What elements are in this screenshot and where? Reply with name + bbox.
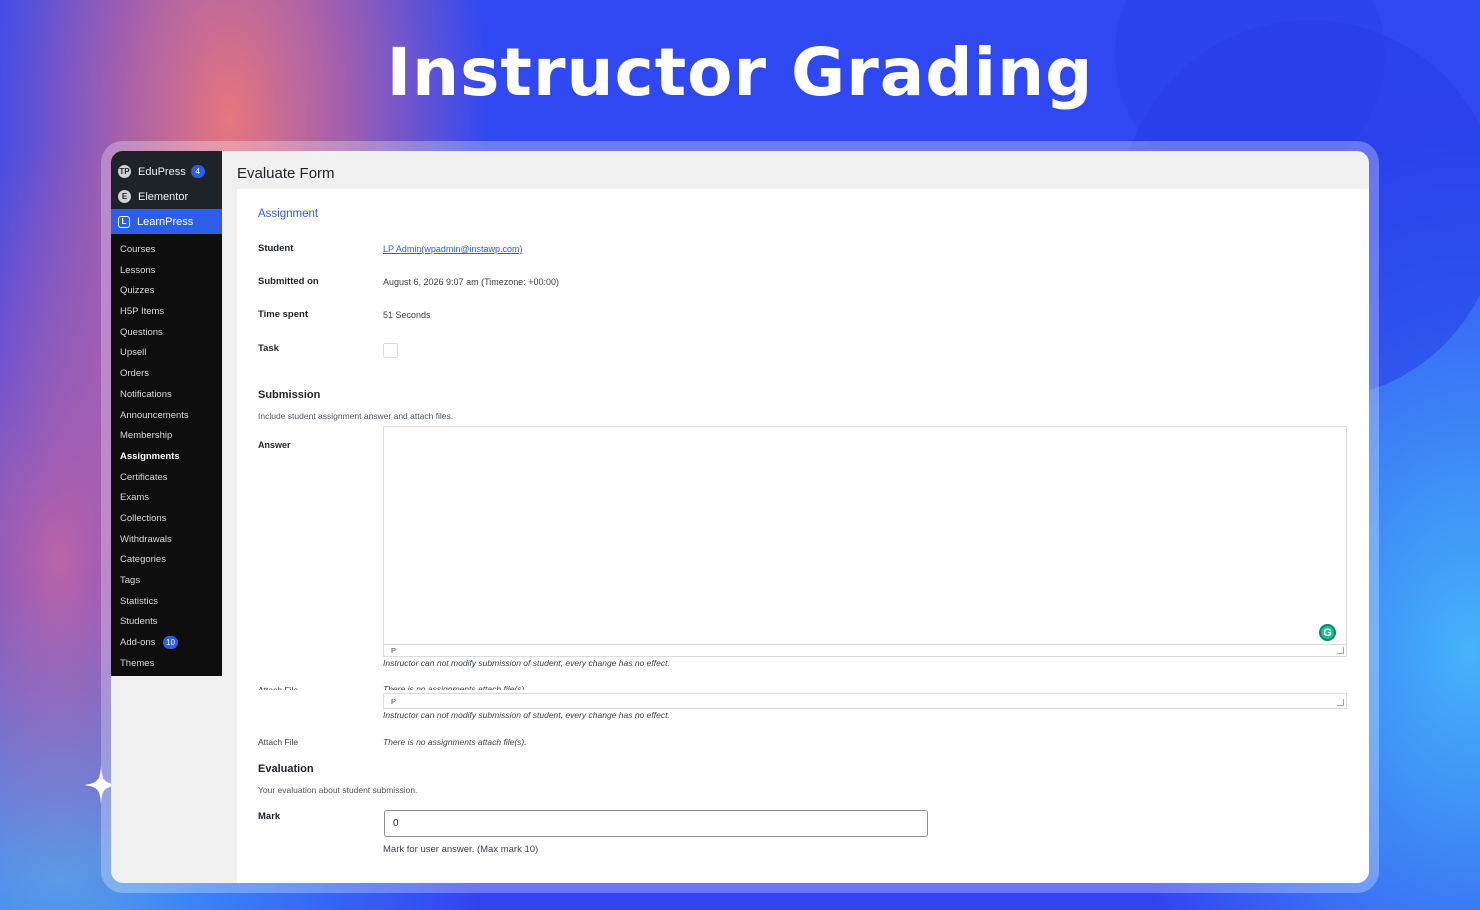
student-link[interactable]: LP Admin(wpadmin@instawp.com) [383,244,523,254]
evaluate-form-panel: Assignment Student LP Admin(wpadmin@inst… [237,189,1369,883]
attach-editor[interactable]: P [383,693,1347,709]
submenu-item-categories[interactable]: Categories [111,550,222,571]
submenu-item-themes[interactable]: Themes [111,654,222,675]
resize-grip-icon[interactable] [1337,699,1344,706]
submenu-item-tags[interactable]: Tags [111,571,222,592]
editor-path: P [384,644,1346,656]
task-label: Task [258,343,279,354]
sidebar-item-label: Elementor [138,190,189,203]
answer-editor[interactable]: G P [383,426,1347,657]
submenu-item-announcements[interactable]: Announcements [111,406,222,427]
submenu-item-students[interactable]: Students [111,612,222,633]
addons-count-badge: 10 [163,636,178,650]
attach-file-value-ghost: There is no assignments attach file(s). [383,684,527,690]
mark-label: Mark [258,811,281,822]
attach-file-label-ghost: Attach File [258,685,299,690]
attach-file-value: There is no assignments attach file(s). [383,737,527,747]
submenu-item-collections[interactable]: Collections [111,509,222,530]
submitted-label: Submitted on [258,276,319,287]
submitted-value: August 6, 2026 9:07 am (Timezone: +00:00… [383,277,560,287]
submenu-item-add-ons[interactable]: Add-ons 10 [111,633,222,654]
resize-grip-icon[interactable] [1337,647,1344,654]
time-spent-label: Time spent [258,309,308,320]
submenu-item-exams[interactable]: Exams [111,488,222,509]
attach-note: Instructor can not modify submission of … [383,710,670,720]
submenu-item-orders[interactable]: Orders [111,364,222,385]
evaluation-description: Your evaluation about student submission… [258,785,418,795]
admin-window: TP EduPress 4 E Elementor L LearnPress C… [111,151,1369,883]
student-value: LP Admin(wpadmin@instawp.com) [383,244,523,254]
submenu-item-certificates[interactable]: Certificates [111,468,222,489]
submission-note: Instructor can not modify submission of … [383,658,670,668]
attach-file-label: Attach File [258,737,299,747]
elementor-icon: E [118,190,131,203]
submenu-item-h5p-items[interactable]: H5P Items [111,302,222,323]
edupress-icon: TP [118,165,131,178]
submenu-item-statistics[interactable]: Statistics [111,592,222,613]
submenu-item-questions[interactable]: Questions [111,323,222,344]
mark-input[interactable]: 0 [384,810,928,837]
student-label: Student [258,243,294,254]
submenu-item-assignments[interactable]: Assignments [111,447,222,468]
submenu-item-withdrawals[interactable]: Withdrawals [111,530,222,551]
answer-label: Answer [258,440,291,450]
submission-heading: Submission [258,389,321,401]
submenu-item-notifications[interactable]: Notifications [111,385,222,406]
mark-helper-text: Mark for user answer. (Max mark 10) [383,844,539,855]
submenu-item-quizzes[interactable]: Quizzes [111,281,222,302]
assignment-link[interactable]: Assignment [258,208,318,220]
headline: Instructor Grading [386,34,1094,111]
editor-path: P [391,697,397,706]
submenu-item-courses[interactable]: Courses [111,240,222,261]
submenu-item-label: Add-ons [120,637,156,649]
submenu-item-membership[interactable]: Membership [111,426,222,447]
sidebar-item-label: LearnPress [137,215,194,228]
admin-sidebar: TP EduPress 4 E Elementor L LearnPress C… [111,151,222,677]
update-badge: 4 [190,165,205,178]
sidebar-item-elementor[interactable]: E Elementor [111,184,222,209]
task-checkbox[interactable] [383,343,398,358]
learnpress-submenu: Courses Lessons Quizzes H5P Items Questi… [111,234,222,677]
grammarly-icon[interactable]: G [1319,624,1336,641]
sidebar-item-learnpress[interactable]: L LearnPress [111,209,222,234]
sidebar-item-edupress[interactable]: TP EduPress 4 [111,159,222,184]
submission-description: Include student assignment answer and at… [258,411,454,421]
evaluation-heading: Evaluation [258,763,314,775]
learnpress-icon: L [118,215,130,228]
main-content: Evaluate Form Assignment Student LP Admi… [222,151,1369,883]
sidebar-item-label: EduPress [138,165,186,178]
submenu-item-upsell[interactable]: Upsell [111,343,222,364]
time-spent-value: 51 Seconds [383,310,431,320]
submenu-item-lessons[interactable]: Lessons [111,261,222,282]
page-title: Evaluate Form [237,165,335,182]
